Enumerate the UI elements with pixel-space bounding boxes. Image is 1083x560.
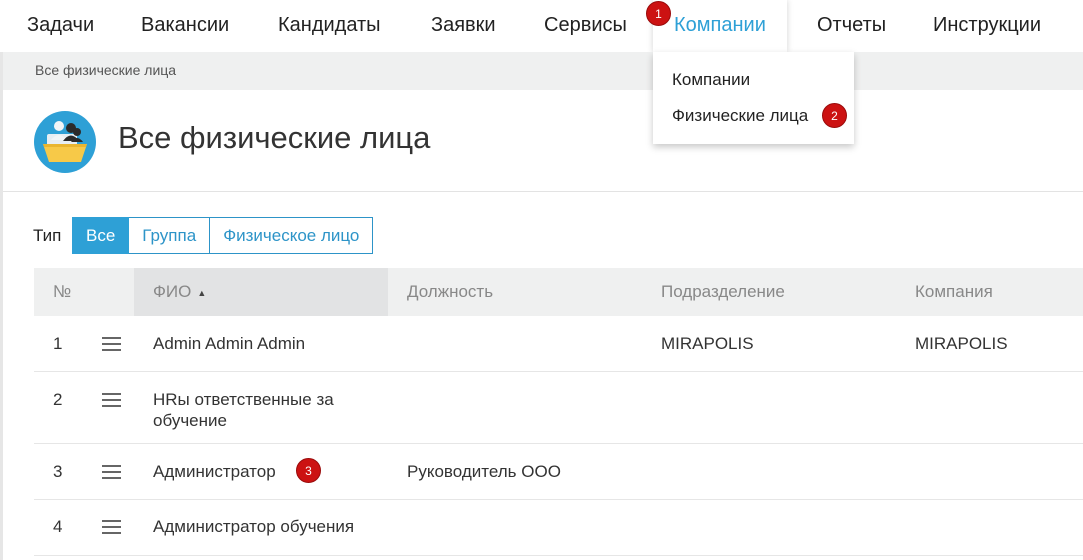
row-menu-icon[interactable] [102,520,121,534]
companies-dropdown-menu: Компании Физические лица [653,52,854,144]
row-number: 1 [53,334,63,353]
table-row[interactable]: 2 HRы ответственные за обучение [34,372,1083,444]
nav-item-reports[interactable]: Отчеты [817,0,886,52]
filter-all-button[interactable]: Все [72,217,130,254]
breadcrumb: Все физические лица [3,52,1083,90]
filter-label: Тип [33,226,62,245]
row-department: MIRAPOLIS [661,334,754,353]
row-menu-icon[interactable] [102,465,121,479]
row-name[interactable]: Администратор обучения [153,517,354,537]
annotation-badge-2: 2 [822,103,847,128]
annotation-badge-1: 1 [646,1,671,26]
column-header-number[interactable]: № [53,268,71,316]
table-row[interactable]: 4 Администратор обучения [34,500,1083,556]
sort-ascending-icon: ▲ [197,287,207,298]
table-row[interactable]: 1 Admin Admin Admin MIRAPOLIS MIRAPOLIS [34,316,1083,372]
row-menu-icon[interactable] [102,393,121,407]
nav-item-services[interactable]: Сервисы [544,0,627,52]
row-number: 2 [53,390,63,409]
nav-item-instructions[interactable]: Инструкции [933,0,1041,52]
table-row[interactable]: 3 Администратор Руководитель ООО [34,444,1083,500]
page-title: Все физические лица [118,120,431,155]
nav-item-tasks[interactable]: Задачи [27,0,94,52]
row-name[interactable]: HRы ответственные за обучение [153,389,363,431]
column-header-position[interactable]: Должность [407,268,493,316]
nav-item-candidates[interactable]: Кандидаты [278,0,381,52]
dropdown-item-individuals[interactable]: Физические лица [672,106,808,126]
column-header-company[interactable]: Компания [915,268,993,316]
row-company: MIRAPOLIS [915,334,1008,353]
dropdown-item-companies[interactable]: Компании [672,70,750,90]
column-header-department[interactable]: Подразделение [661,268,785,316]
column-header-name-label: ФИО [153,282,192,301]
top-navigation: Задачи Вакансии Кандидаты Заявки Сервисы… [0,0,1083,52]
row-position: Руководитель ООО [407,462,561,481]
row-name[interactable]: Admin Admin Admin [153,334,305,354]
nav-item-vacancies[interactable]: Вакансии [141,0,229,52]
filter-group-button[interactable]: Группа [129,217,211,254]
annotation-badge-3: 3 [296,458,321,483]
table-header: № ФИО ▲ Должность Подразделение Компания [34,268,1083,316]
filter-individual-button[interactable]: Физическое лицо [210,217,374,254]
row-name[interactable]: Администратор [153,462,276,482]
row-menu-icon[interactable] [102,337,121,351]
type-filter-group: Все Группа Физическое лицо [72,217,374,254]
row-number: 4 [53,517,63,536]
nav-item-companies[interactable]: Компании [653,0,787,52]
row-number: 3 [53,462,63,481]
column-header-name[interactable]: ФИО ▲ [134,268,388,316]
nav-item-requests[interactable]: Заявки [431,0,496,52]
breadcrumb-item[interactable]: Все физические лица [35,62,176,78]
header-divider [3,191,1083,192]
people-folder-icon [33,110,97,174]
